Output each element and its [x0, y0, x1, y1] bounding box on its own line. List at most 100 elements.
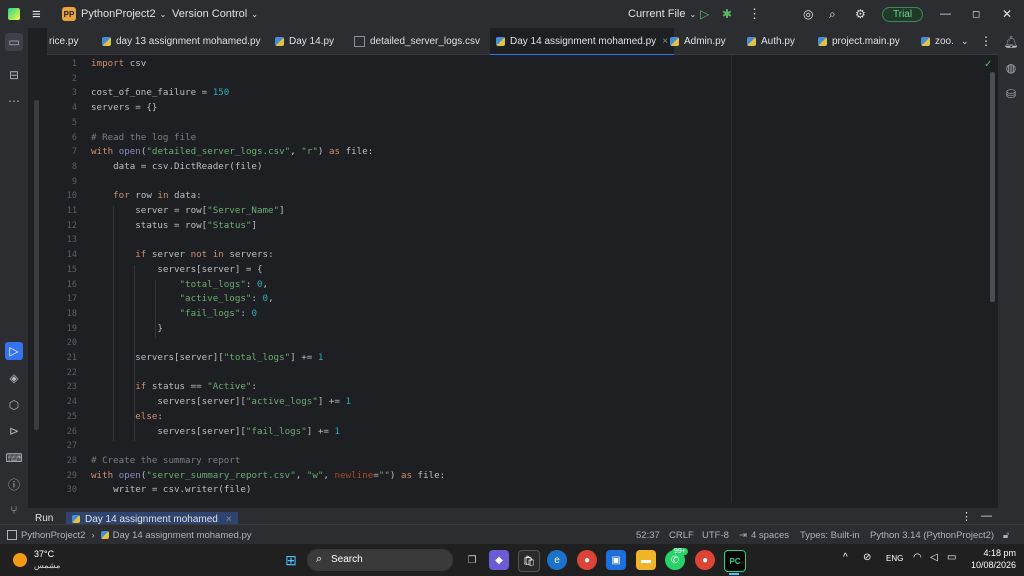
notifications-icon[interactable]: 🔔︎ — [1002, 33, 1020, 51]
code-line[interactable]: "active_logs": 0, — [91, 293, 274, 304]
breadcrumb[interactable]: PythonProject2 › Day 14 assignment moham… — [7, 525, 252, 545]
code-line[interactable]: servers = {} — [91, 102, 157, 113]
breadcrumb-project[interactable]: PythonProject2 — [21, 530, 85, 541]
code-line[interactable]: servers[server]["active_logs"] += 1 — [91, 396, 351, 407]
more-tools-icon[interactable]: ⋯ — [5, 92, 23, 110]
indent-setting[interactable]: ⇥ 4 spaces — [739, 525, 789, 545]
code-line[interactable]: # Read the log file — [91, 132, 196, 143]
code-line[interactable]: if server not in servers: — [91, 249, 273, 260]
store-icon[interactable]: 🛍︎ — [518, 550, 540, 572]
tab-more-icon[interactable]: ⋮ — [980, 28, 992, 54]
hide-panel-icon[interactable]: — — [981, 510, 992, 522]
code-line[interactable]: else: — [91, 411, 163, 422]
pycharm-icon[interactable]: PC — [724, 550, 746, 572]
read-only-lock-icon[interactable]: 🔓︎ — [1003, 525, 1009, 545]
close-tab-icon[interactable]: × — [662, 36, 668, 47]
project-scrollbar[interactable] — [34, 100, 39, 430]
code-line[interactable]: status = row["Status"] — [91, 220, 257, 231]
language-indicator[interactable]: ENG — [886, 554, 903, 563]
tab-day13[interactable]: day 13 assignment mohamed.py — [102, 28, 261, 54]
python-packages-icon[interactable]: ◈ — [5, 369, 23, 387]
terminal-icon[interactable]: ⌨ — [5, 449, 23, 467]
git-icon[interactable]: ⑂ — [5, 501, 23, 519]
interpreter-selector[interactable]: Python 3.14 (PythonProject2) — [870, 525, 994, 545]
edge-icon[interactable]: e — [547, 550, 567, 570]
code-line[interactable]: "fail_logs": 0 — [91, 308, 257, 319]
tab-admin[interactable]: Admin.py — [670, 28, 726, 54]
ide-logo-icon[interactable] — [8, 0, 20, 28]
trial-button[interactable]: Trial — [882, 0, 924, 28]
clock-time[interactable]: 4:18 pm — [968, 548, 1016, 558]
main-menu-icon[interactable]: ≡ — [32, 0, 41, 28]
weather-temp[interactable]: 37°C — [34, 549, 54, 559]
code-line[interactable]: } — [91, 323, 163, 334]
structure-icon[interactable]: ⊟ — [5, 66, 23, 84]
close-tab-icon[interactable]: × — [226, 514, 232, 525]
task-view-icon[interactable]: ❐ — [462, 550, 482, 570]
code-line[interactable]: writer = csv.writer(file) — [91, 484, 251, 495]
settings-gear-icon[interactable]: ⚙ — [855, 0, 866, 28]
clock-date[interactable]: 10/08/2026 — [968, 560, 1016, 570]
tab-rice[interactable]: rice.py — [49, 28, 78, 54]
maximize-icon[interactable]: ◻ — [972, 0, 980, 28]
code-line[interactable]: servers[server]["fail_logs"] += 1 — [91, 426, 340, 437]
tab-day14-assignment[interactable]: Day 14 assignment mohamed.py × — [490, 28, 675, 56]
code-line[interactable]: data = csv.DictReader(file) — [91, 161, 262, 172]
services-icon[interactable]: ⬡ — [5, 396, 23, 414]
run-options-icon[interactable]: ⋮ — [961, 510, 972, 523]
volume-icon[interactable]: ◁ — [930, 552, 938, 563]
tab-project-main[interactable]: project.main.py — [818, 28, 900, 54]
problems-icon[interactable]: ⓘ — [5, 475, 23, 493]
code-line[interactable]: "total_logs": 0, — [91, 279, 269, 290]
tab-auth[interactable]: Auth.py — [747, 28, 795, 54]
code-line[interactable]: for row in data: — [91, 190, 202, 201]
caret-position[interactable]: 52:37 — [636, 525, 660, 545]
line-separator[interactable]: CRLF — [669, 525, 694, 545]
file-encoding[interactable]: UTF-8 — [702, 525, 729, 545]
show-hidden-icons-icon[interactable]: ^ — [843, 552, 848, 563]
chrome-profile-icon[interactable]: ● — [695, 550, 715, 570]
minimize-icon[interactable]: — — [940, 0, 951, 28]
tab-detailed-logs[interactable]: detailed_server_logs.csv — [354, 28, 480, 54]
taskbar-search[interactable]: ⌕ Search — [307, 549, 453, 571]
outlook-icon[interactable]: ▣ — [606, 550, 626, 570]
vcs-menu[interactable]: Version Control ⌄ — [172, 0, 258, 28]
code-line[interactable]: import csv — [91, 58, 146, 69]
editor-scrollbar[interactable] — [990, 72, 995, 302]
windows-start-icon[interactable]: ⊞ — [281, 550, 301, 570]
ai-assistant-icon[interactable]: ◎ — [803, 0, 813, 28]
network-off-icon[interactable]: ⊘ — [863, 552, 871, 563]
run-icon[interactable]: ▷ — [700, 0, 709, 28]
chrome-icon[interactable]: ● — [577, 550, 597, 570]
code-line[interactable]: with open("server_summary_report.csv", "… — [91, 470, 445, 481]
tab-day14[interactable]: Day 14.py — [275, 28, 334, 54]
code-line[interactable]: if status == "Active": — [91, 381, 257, 392]
debug-icon[interactable]: ✱ — [722, 0, 732, 28]
ai-chat-icon[interactable]: ◍ — [1002, 59, 1020, 77]
battery-icon[interactable]: ▭ — [947, 552, 956, 563]
run-tool-icon[interactable]: ▷ — [5, 342, 23, 360]
code-line[interactable]: servers[server]["total_logs"] += 1 — [91, 352, 323, 363]
code-line[interactable]: server = row["Server_Name"] — [91, 205, 284, 216]
tab-list-chevron-icon[interactable]: ⌄ — [961, 28, 969, 54]
run-label[interactable]: Run — [35, 513, 53, 524]
project-selector[interactable]: PP PythonProject2 ⌄ — [62, 0, 166, 28]
inspection-ok-icon[interactable]: ✓ — [984, 59, 992, 70]
search-icon[interactable]: ⌕ — [829, 0, 836, 28]
python-console-icon[interactable]: ⊳ — [5, 422, 23, 440]
project-folder-icon[interactable]: ▭ — [5, 33, 23, 51]
types-setting[interactable]: Types: Built-in — [800, 525, 860, 545]
code-line[interactable]: # Create the summary report — [91, 455, 240, 466]
run-config-selector[interactable]: Current File ⌄ — [628, 0, 696, 28]
close-icon[interactable]: ✕ — [1002, 0, 1012, 28]
weather-sun-icon[interactable] — [13, 553, 27, 567]
file-explorer-icon[interactable]: ▬ — [636, 550, 656, 570]
code-line[interactable]: servers[server] = { — [91, 264, 262, 275]
code-line[interactable]: cost_of_one_failure = 150 — [91, 87, 229, 98]
code-line[interactable]: with open("detailed_server_logs.csv", "r… — [91, 146, 373, 157]
database-icon[interactable]: ⛁ — [1002, 85, 1020, 103]
tab-zoo[interactable]: zoo. — [921, 28, 954, 54]
more-actions-icon[interactable]: ⋮ — [748, 0, 761, 28]
breadcrumb-file[interactable]: Day 14 assignment mohamed.py — [113, 530, 252, 541]
copilot-icon[interactable]: ◆ — [489, 550, 509, 570]
